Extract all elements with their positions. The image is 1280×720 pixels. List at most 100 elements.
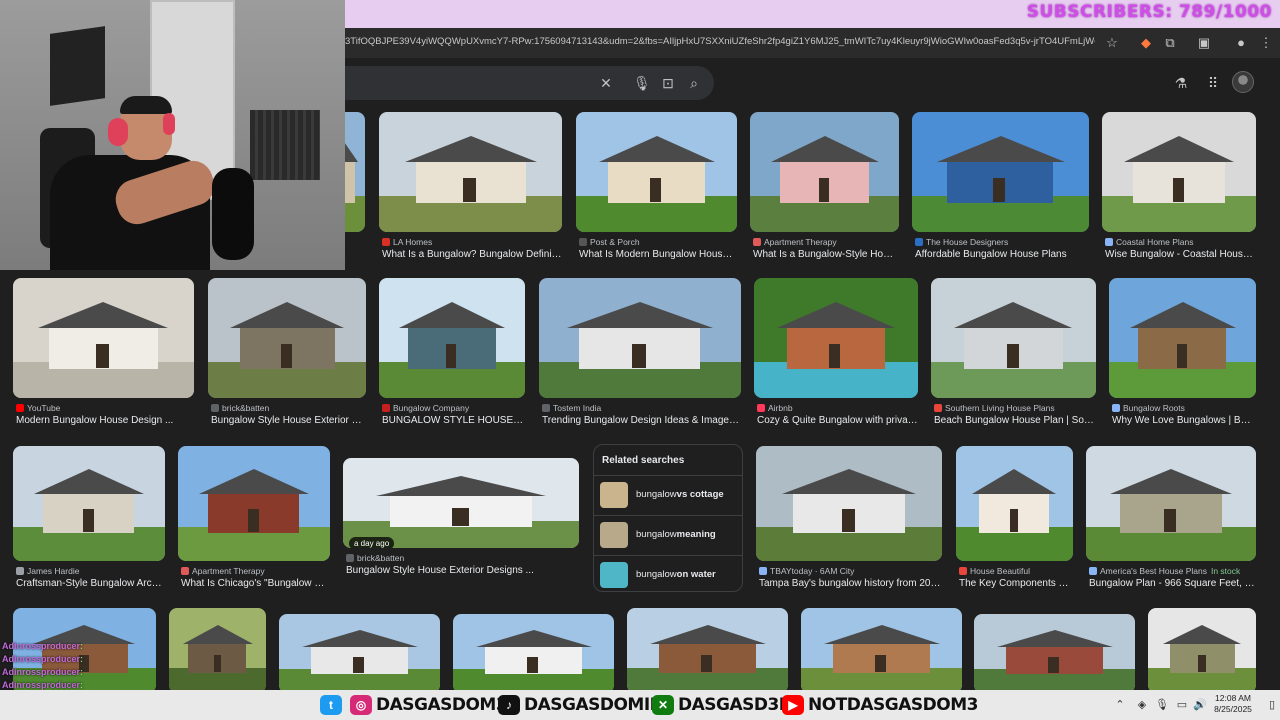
result-title[interactable]: Tampa Bay's bungalow history from 20th..…: [759, 578, 942, 589]
bookmark-star-icon[interactable]: ☆: [1104, 35, 1120, 51]
result-source[interactable]: brick&batten: [211, 403, 366, 413]
result-thumbnail[interactable]: [750, 112, 899, 232]
url-text[interactable]: 3TifOQBJPE39V4yiWQQWpUXvmcY7-RPw:1756094…: [345, 36, 1095, 52]
result-thumbnail[interactable]: [279, 614, 440, 693]
result-source[interactable]: Tostem India: [542, 403, 741, 413]
labs-icon[interactable]: ⚗: [1172, 74, 1190, 92]
result-thumbnail[interactable]: [956, 446, 1073, 561]
result-thumbnail[interactable]: [13, 446, 165, 561]
search-input[interactable]: ✕ 🎙 ⊡ ⌕: [300, 66, 714, 100]
result-title[interactable]: What Is a Bungalow? Bungalow Definitio..…: [382, 249, 562, 260]
image-result[interactable]: a day ago brick&batten Bungalow Style Hous…: [343, 458, 579, 582]
result-thumbnail[interactable]: [1086, 446, 1256, 561]
result-title[interactable]: Trending Bungalow Design Ideas & Images …: [542, 415, 741, 426]
taskbar-clock[interactable]: 12:08 AM 8/25/2025: [1208, 693, 1258, 715]
result-source[interactable]: House Beautiful: [959, 566, 1073, 576]
lens-icon[interactable]: ⊡: [660, 75, 676, 91]
result-title[interactable]: Wise Bungalow - Coastal House ...: [1105, 249, 1256, 260]
result-title[interactable]: The Key Components of ...: [959, 578, 1073, 589]
result-thumbnail[interactable]: [208, 278, 366, 398]
menu-icon[interactable]: ⋮: [1258, 35, 1274, 51]
result-source[interactable]: The House Designers: [915, 237, 1089, 247]
image-result[interactable]: YouTube Modern Bungalow House Design ...: [13, 278, 194, 432]
image-result[interactable]: Airbnb Cozy & Quite Bungalow with private…: [754, 278, 918, 432]
result-thumbnail[interactable]: [379, 112, 562, 232]
result-thumbnail[interactable]: [453, 614, 614, 693]
voice-search-icon[interactable]: 🎙: [633, 75, 651, 91]
apps-icon[interactable]: ⠿: [1204, 74, 1222, 92]
result-source[interactable]: James Hardie: [16, 566, 165, 576]
result-title[interactable]: Cozy & Quite Bungalow with private...: [757, 415, 918, 426]
notification-icon[interactable]: ▯: [1264, 697, 1280, 713]
result-thumbnail[interactable]: [1109, 278, 1256, 398]
reading-list-icon[interactable]: ▣: [1196, 35, 1212, 51]
related-search-item[interactable]: bungalowon water: [594, 555, 742, 593]
result-thumbnail[interactable]: [576, 112, 737, 232]
image-result[interactable]: America's Best House Plans In stock Bungal…: [1086, 446, 1256, 595]
result-thumbnail[interactable]: [912, 112, 1089, 232]
result-title[interactable]: Affordable Bungalow House Plans: [915, 249, 1089, 260]
image-result[interactable]: Coastal Home Plans Wise Bungalow - Coasta…: [1102, 112, 1256, 266]
result-title[interactable]: Why We Love Bungalows | Bun...: [1112, 415, 1256, 426]
result-thumbnail[interactable]: [931, 278, 1096, 398]
image-result[interactable]: TBAYtoday · 6AM City Tampa Bay's bungalow…: [756, 446, 942, 595]
result-source[interactable]: Bungalow Company: [382, 403, 525, 413]
result-thumbnail[interactable]: [801, 608, 962, 693]
image-result[interactable]: Bungalow Company BUNGALOW STYLE HOUSE - B…: [379, 278, 525, 432]
result-title[interactable]: Modern Bungalow House Design ...: [16, 415, 194, 426]
result-source[interactable]: Coastal Home Plans: [1105, 237, 1256, 247]
result-title[interactable]: What Is Chicago's "Bungalow Bel...: [181, 578, 330, 589]
result-title[interactable]: Bungalow Style House Exterior De...: [211, 415, 366, 426]
tray-volume-icon[interactable]: 🔊: [1192, 697, 1208, 713]
image-result[interactable]: The House Designers Affordable Bungalow H…: [912, 112, 1089, 266]
image-result[interactable]: Southern Living House Plans Beach Bungalo…: [931, 278, 1096, 432]
result-thumbnail[interactable]: [169, 608, 266, 693]
result-source[interactable]: brick&batten: [346, 553, 579, 563]
result-title[interactable]: BUNGALOW STYLE HOUSE - Bu...: [382, 415, 525, 426]
result-source[interactable]: LA Homes: [382, 237, 562, 247]
result-title[interactable]: Craftsman-Style Bungalow Archi...: [16, 578, 165, 589]
result-title[interactable]: Bungalow Style House Exterior Designs ..…: [346, 565, 579, 576]
image-result[interactable]: Apartment Therapy What Is Chicago's "Bung…: [178, 446, 330, 595]
result-source[interactable]: America's Best House Plans In stock: [1089, 566, 1256, 576]
result-title[interactable]: What Is Modern Bungalow House ...: [579, 249, 737, 260]
tray-mic-icon[interactable]: 🎙: [1154, 697, 1170, 713]
tray-chevron-icon[interactable]: ⌃: [1112, 697, 1128, 713]
tray-network-icon[interactable]: ▭: [1174, 697, 1190, 713]
result-thumbnail[interactable]: [13, 278, 194, 398]
extensions-puzzle-icon[interactable]: ⧉: [1162, 35, 1178, 51]
result-thumbnail[interactable]: [754, 278, 918, 398]
image-result[interactable]: House Beautiful The Key Components of ...: [956, 446, 1073, 595]
result-thumbnail[interactable]: [1102, 112, 1256, 232]
image-result[interactable]: LA Homes What Is a Bungalow? Bungalow Def…: [379, 112, 562, 266]
profile-icon[interactable]: ●: [1233, 35, 1249, 51]
result-source[interactable]: Southern Living House Plans: [934, 403, 1096, 413]
image-result[interactable]: Post & Porch What Is Modern Bungalow Hous…: [576, 112, 737, 266]
extension-icon[interactable]: ◆: [1138, 35, 1154, 51]
result-title[interactable]: Bungalow Plan - 966 Square Feet, 2 ...: [1089, 578, 1256, 589]
image-result[interactable]: Bungalow Roots Why We Love Bungalows | Bu…: [1109, 278, 1256, 432]
related-search-item[interactable]: bungalowmeaning: [594, 515, 742, 553]
result-source[interactable]: YouTube: [16, 403, 194, 413]
result-thumbnail[interactable]: [379, 278, 525, 398]
result-source[interactable]: Post & Porch: [579, 237, 737, 247]
tray-app-icon[interactable]: ◈: [1134, 697, 1150, 713]
result-thumbnail[interactable]: [627, 608, 788, 693]
result-thumbnail[interactable]: [178, 446, 330, 561]
image-result[interactable]: brick&batten Bungalow Style House Exterio…: [208, 278, 366, 432]
image-result[interactable]: James Hardie Craftsman-Style Bungalow Arc…: [13, 446, 165, 595]
related-search-item[interactable]: bungalowvs cottage: [594, 475, 742, 513]
result-thumbnail[interactable]: a day ago: [343, 458, 579, 548]
result-source[interactable]: TBAYtoday · 6AM City: [759, 566, 942, 576]
result-source[interactable]: Apartment Therapy: [753, 237, 899, 247]
result-title[interactable]: Beach Bungalow House Plan | Sout...: [934, 415, 1096, 426]
account-avatar[interactable]: [1232, 71, 1254, 93]
result-thumbnail[interactable]: [1148, 608, 1256, 693]
result-thumbnail[interactable]: [974, 614, 1135, 693]
result-thumbnail[interactable]: [756, 446, 942, 561]
image-result[interactable]: Tostem India Trending Bungalow Design Ide…: [539, 278, 741, 432]
result-title[interactable]: What Is a Bungalow-Style Home...: [753, 249, 899, 260]
image-result[interactable]: Apartment Therapy What Is a Bungalow-Styl…: [750, 112, 899, 266]
result-source[interactable]: Airbnb: [757, 403, 918, 413]
search-icon[interactable]: ⌕: [686, 75, 702, 91]
